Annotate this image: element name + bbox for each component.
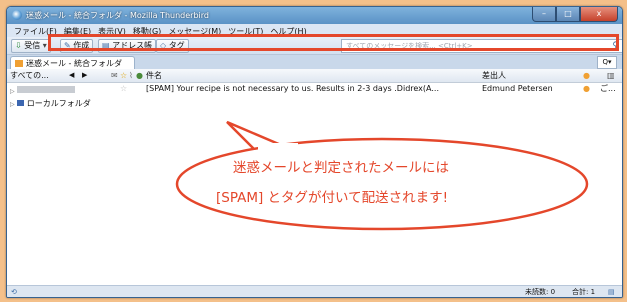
callout-line-1: 迷惑メールと判定されたメールには bbox=[233, 160, 449, 176]
callout-joint bbox=[258, 143, 298, 155]
callout-ellipse bbox=[175, 137, 589, 231]
callout-bubble bbox=[175, 120, 589, 231]
callout-line-2: [SPAM] とタグが付いて配送されます! bbox=[216, 190, 449, 206]
